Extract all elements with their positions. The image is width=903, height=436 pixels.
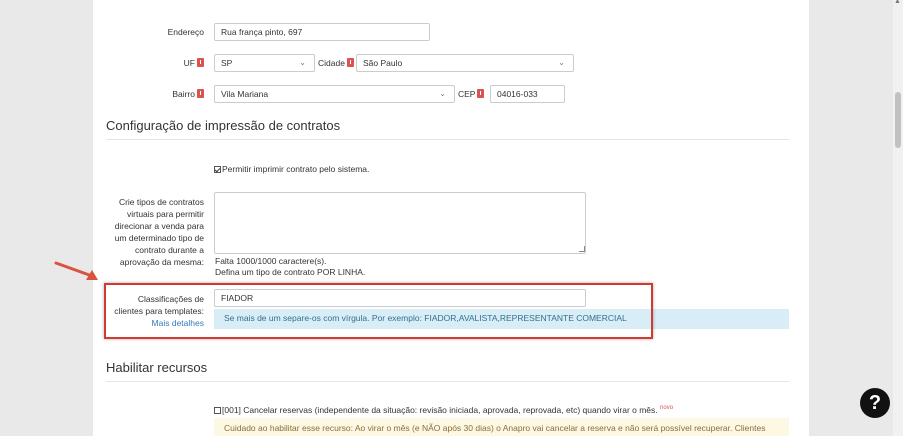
scrollbar-track[interactable] <box>893 0 903 436</box>
cep-field[interactable]: 04016-033 <box>490 85 565 103</box>
uf-select[interactable]: SP ⌄ <box>214 54 315 72</box>
city-select[interactable]: São Paulo ⌄ <box>356 54 574 72</box>
chevron-down-icon: ⌄ <box>299 58 306 67</box>
section-divider <box>106 139 789 140</box>
resource-001-label: [001] Cancelar reservas (independente da… <box>222 405 658 415</box>
resource-001-checkbox[interactable] <box>214 407 221 414</box>
required-icon <box>346 58 354 67</box>
section-divider <box>106 381 789 382</box>
city-label: Cidade <box>318 58 354 68</box>
uf-label: UF <box>100 58 204 68</box>
cep-label: CEP <box>458 89 485 99</box>
resize-handle-icon[interactable] <box>579 246 585 252</box>
highlight-box <box>104 283 653 339</box>
chevron-down-icon: ⌄ <box>439 89 446 98</box>
virtual-types-textarea[interactable] <box>214 192 586 254</box>
contracts-section-title: Configuração de impressão de contratos <box>106 118 341 133</box>
virtual-types-label: Crie tipos de contratos virtuais para pe… <box>114 197 204 267</box>
district-label: Bairro <box>100 89 204 99</box>
line-hint-text: Defina um tipo de contrato POR LINHA. <box>215 267 366 277</box>
char-count-text: Falta 1000/1000 caractere(s). <box>215 256 327 266</box>
district-value: Vila Mariana <box>221 89 269 99</box>
scrollbar-thumb[interactable] <box>895 92 901 148</box>
resource-item-001[interactable]: [001] Cancelar reservas (independente da… <box>214 405 673 415</box>
city-value: São Paulo <box>363 58 403 68</box>
required-icon <box>477 89 485 98</box>
allow-print-option[interactable]: Permitir imprimir contrato pelo sistema. <box>214 164 369 174</box>
district-select[interactable]: Vila Mariana ⌄ <box>214 85 455 103</box>
new-badge: novo <box>660 405 674 412</box>
uf-value: SP <box>221 58 233 68</box>
resources-section-title: Habilitar recursos <box>106 360 208 375</box>
chevron-down-icon: ⌄ <box>558 58 565 67</box>
allow-print-label: Permitir imprimir contrato pelo sistema. <box>222 164 370 174</box>
required-icon <box>197 58 204 67</box>
help-button[interactable]: ? <box>860 388 890 418</box>
annotation-arrow-icon <box>54 261 98 280</box>
required-icon <box>197 89 204 98</box>
allow-print-checkbox[interactable] <box>214 166 221 173</box>
resource-001-warning: Cuidado ao habilitar esse recurso: Ao vi… <box>214 418 789 436</box>
scroll-up-icon[interactable]: ▲ <box>894 0 901 5</box>
address-label: Endereço <box>167 27 204 37</box>
address-field[interactable]: Rua frança pinto, 697 <box>214 23 430 41</box>
